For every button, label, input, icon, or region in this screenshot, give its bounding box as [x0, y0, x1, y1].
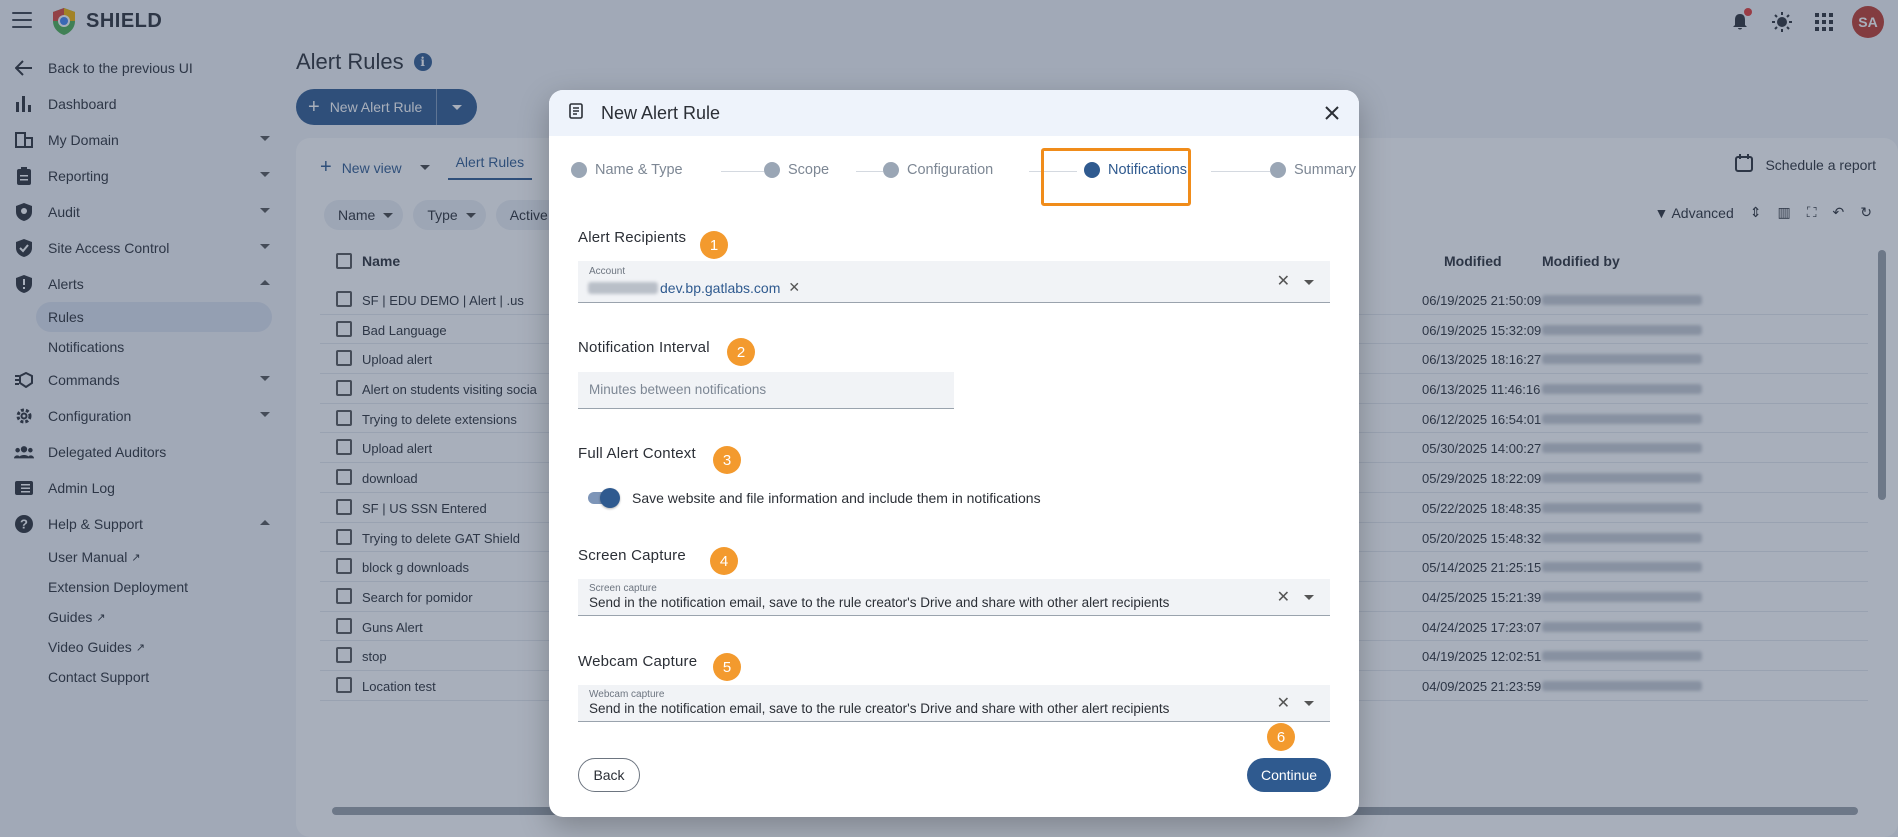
- full-context-toggle-label: Save website and file information and in…: [632, 490, 1041, 506]
- step-badge-2: 2: [727, 338, 755, 366]
- step-label: Scope: [788, 162, 830, 178]
- field-label: Account: [589, 266, 626, 277]
- alert-recipients-field[interactable]: Account dev.bp.gatlabs.com ✕ ✕: [578, 261, 1330, 303]
- step-configuration[interactable]: Configuration: [883, 162, 1000, 178]
- chevron-down-icon[interactable]: [1304, 701, 1314, 706]
- chevron-down-icon[interactable]: [1304, 280, 1314, 285]
- clear-icon[interactable]: ✕: [1277, 693, 1290, 713]
- chip-remove-icon[interactable]: ✕: [788, 279, 800, 296]
- continue-button[interactable]: Continue: [1247, 758, 1331, 792]
- step-summary[interactable]: Summary: [1270, 162, 1359, 178]
- interval-placeholder: Minutes between notifications: [589, 382, 767, 397]
- alert-recipients-label: Alert Recipients: [578, 229, 687, 246]
- account-chip: dev.bp.gatlabs.com ✕: [588, 279, 800, 296]
- dialog-header: New Alert Rule: [549, 90, 1359, 136]
- full-context-toggle[interactable]: [588, 488, 620, 508]
- close-icon[interactable]: [1321, 102, 1343, 124]
- webcam-capture-value: Send in the notification email, save to …: [589, 701, 1170, 716]
- notification-interval-input[interactable]: Minutes between notifications: [578, 372, 954, 409]
- webcam-capture-label: Webcam Capture: [578, 653, 698, 670]
- step-badge-4: 4: [710, 547, 738, 575]
- step-highlight-box: [1041, 148, 1191, 206]
- full-alert-context-label: Full Alert Context: [578, 445, 696, 462]
- account-chip-text: dev.bp.gatlabs.com: [660, 279, 781, 296]
- redacted-text: [588, 281, 658, 294]
- step-dot: [764, 162, 780, 178]
- step-scope[interactable]: Scope: [764, 162, 836, 178]
- step-dot: [883, 162, 899, 178]
- step-badge-5: 5: [713, 653, 741, 681]
- clear-icon[interactable]: ✕: [1277, 271, 1290, 291]
- field-label: Webcam capture: [589, 689, 665, 700]
- step-dot: [571, 162, 587, 178]
- chevron-down-icon[interactable]: [1304, 595, 1314, 600]
- document-icon: [569, 102, 583, 124]
- field-label: Screen capture: [589, 583, 657, 594]
- step-name-type[interactable]: Name & Type: [571, 162, 689, 178]
- step-label: Configuration: [907, 162, 994, 178]
- screen-capture-label: Screen Capture: [578, 547, 686, 564]
- wizard-stepper: Name & Type Scope Configuration Notifica…: [571, 148, 1359, 200]
- step-badge-3: 3: [713, 446, 741, 474]
- new-alert-rule-dialog: New Alert Rule Name & Type Scope Configu…: [549, 90, 1359, 817]
- webcam-capture-select[interactable]: Webcam capture Send in the notification …: [578, 685, 1330, 722]
- clear-icon[interactable]: ✕: [1277, 587, 1290, 607]
- step-label: Name & Type: [595, 162, 683, 178]
- toggle-knob: [600, 488, 620, 508]
- step-dot: [1270, 162, 1286, 178]
- dialog-title: New Alert Rule: [601, 102, 721, 123]
- step-badge-6: 6: [1267, 723, 1295, 751]
- back-button[interactable]: Back: [578, 758, 640, 792]
- screen-capture-value: Send in the notification email, save to …: [589, 595, 1170, 610]
- step-label: Summary: [1294, 162, 1357, 178]
- step-badge-1: 1: [700, 231, 728, 259]
- notification-interval-label: Notification Interval: [578, 339, 710, 356]
- screen-capture-select[interactable]: Screen capture Send in the notification …: [578, 579, 1330, 616]
